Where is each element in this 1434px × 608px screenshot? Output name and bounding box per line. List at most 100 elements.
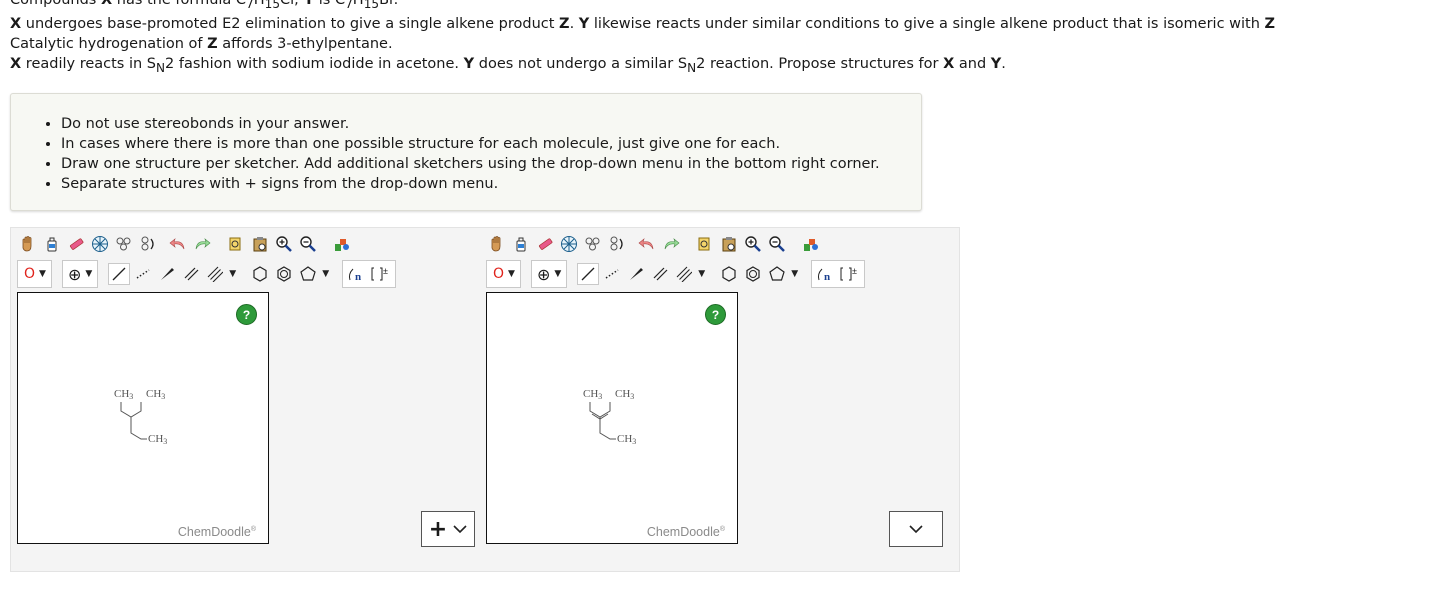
molecule-drawing: CH3 CH3 CH3 — [577, 381, 657, 461]
eraser-icon[interactable] — [534, 233, 556, 255]
repeat-unit-icon[interactable]: n — [345, 263, 367, 285]
charge-plus-icon: ⊕ — [67, 264, 82, 284]
chevron-down-icon: ▼ — [554, 269, 562, 279]
flip-icon[interactable] — [606, 233, 628, 255]
sketcher-canvas[interactable]: ? CH3 CH3 CH3 ChemDoodle® — [486, 292, 738, 544]
help-icon[interactable]: ? — [705, 304, 726, 325]
redo-icon[interactable] — [660, 233, 682, 255]
add-sketcher-dropdown[interactable] — [889, 511, 943, 547]
question-text: Compounds X has the formula C7H15Cl; Y i… — [10, 0, 1410, 78]
toolbar-row-1 — [486, 231, 824, 257]
atom-selector[interactable]: O ▼ — [486, 260, 521, 288]
sketcher-canvas[interactable]: ? CH3 CH3 CH3 ChemDoodle® — [17, 292, 269, 544]
question-line-4: X readily reacts in SN2 fashion with sod… — [10, 55, 1006, 75]
redo-icon[interactable] — [191, 233, 213, 255]
charge-selector[interactable]: ⊕ ▼ — [530, 260, 568, 288]
chevron-down-icon: ▼ — [85, 269, 93, 279]
wedge-bond-icon[interactable] — [156, 263, 178, 285]
toolbar-row-1 — [17, 231, 355, 257]
ring-tools: ▼ — [249, 263, 332, 285]
triple-bond-icon[interactable] — [204, 263, 226, 285]
hand-tool-icon[interactable] — [486, 233, 508, 255]
eraser-icon[interactable] — [65, 233, 87, 255]
chevron-down-icon[interactable]: ▼ — [229, 269, 236, 279]
chevron-down-icon[interactable]: ▼ — [791, 269, 798, 279]
chemdoodle-watermark: ChemDoodle® — [646, 525, 725, 539]
copy-icon[interactable] — [694, 233, 716, 255]
undo-icon[interactable] — [636, 233, 658, 255]
cyclohexane-icon[interactable] — [249, 263, 271, 285]
instructions-box: Do not use stereobonds in your answer. I… — [10, 93, 922, 211]
chevron-down-icon — [453, 525, 467, 534]
triple-bond-icon[interactable] — [673, 263, 695, 285]
bracket-charge-icon[interactable]: ± — [369, 263, 391, 285]
zoom-out-icon[interactable] — [766, 233, 788, 255]
question-line-3: Catalytic hydrogenation of Z affords 3-e… — [10, 35, 393, 52]
benzene-icon[interactable] — [273, 263, 295, 285]
atom-symbol: O — [493, 266, 505, 282]
svg-text:n: n — [824, 271, 830, 283]
molecule-svg: CH3 CH3 CH3 — [583, 388, 636, 446]
instruction-item: In cases where there is more than one po… — [61, 134, 921, 154]
bracket-charge-icon[interactable]: ± — [838, 263, 860, 285]
hashed-bond-icon[interactable] — [132, 263, 154, 285]
paste-icon[interactable] — [718, 233, 740, 255]
atom-selector[interactable]: O ▼ — [17, 260, 52, 288]
toolbar-row-2: O ▼ ⊕ ▼ ▼ ▼ n ± — [17, 260, 406, 288]
hand-tool-icon[interactable] — [17, 233, 39, 255]
question-line-1: Compounds X has the formula C7H15Cl; Y i… — [10, 0, 399, 11]
add-separator-dropdown[interactable]: + — [421, 511, 475, 547]
charge-plus-icon: ⊕ — [536, 264, 551, 284]
zoom-in-icon[interactable] — [742, 233, 764, 255]
lasso-tool-icon[interactable] — [41, 233, 63, 255]
toolbar-row-2: O ▼ ⊕ ▼ ▼ ▼ n ± — [486, 260, 875, 288]
cleanup-icon[interactable] — [113, 233, 135, 255]
single-bond-icon[interactable] — [577, 263, 600, 285]
atom-symbol: O — [24, 266, 36, 282]
double-bond-icon[interactable] — [649, 263, 671, 285]
bond-tools: ▼ — [108, 263, 239, 285]
extra-tools: n ± — [342, 260, 397, 288]
chevron-down-icon: ▼ — [508, 269, 515, 279]
instruction-item: Do not use stereobonds in your answer. — [61, 114, 921, 134]
clear-icon[interactable] — [89, 233, 111, 255]
molecule-drawing: CH3 CH3 CH3 — [108, 381, 188, 461]
benzene-icon[interactable] — [742, 263, 764, 285]
zoom-out-icon[interactable] — [297, 233, 319, 255]
templates-icon[interactable] — [800, 233, 822, 255]
cyclopentane-icon[interactable] — [297, 263, 319, 285]
copy-icon[interactable] — [225, 233, 247, 255]
chevron-down-icon[interactable]: ▼ — [698, 269, 705, 279]
atom-label-ch3: CH3 — [146, 388, 165, 401]
instruction-item: Draw one structure per sketcher. Add add… — [61, 154, 921, 174]
single-bond-icon[interactable] — [108, 263, 131, 285]
instructions-list: Do not use stereobonds in your answer. I… — [11, 94, 921, 194]
ring-tools: ▼ — [718, 263, 801, 285]
svg-text:n: n — [355, 271, 361, 283]
bond-tools: ▼ — [577, 263, 708, 285]
cyclopentane-icon[interactable] — [766, 263, 788, 285]
instruction-item: Separate structures with + signs from th… — [61, 174, 921, 194]
double-bond-icon[interactable] — [180, 263, 202, 285]
wedge-bond-icon[interactable] — [625, 263, 647, 285]
svg-text:±: ± — [852, 266, 857, 276]
atom-label-ch3: CH3 — [148, 433, 167, 446]
lasso-tool-icon[interactable] — [510, 233, 532, 255]
sketch-area: O ▼ ⊕ ▼ ▼ ▼ n ± ? CH3 CH3 CH3 ChemDoodle… — [10, 227, 960, 572]
paste-icon[interactable] — [249, 233, 271, 255]
hashed-bond-icon[interactable] — [601, 263, 623, 285]
molecule-svg: CH3 CH3 CH3 — [114, 388, 167, 446]
undo-icon[interactable] — [167, 233, 189, 255]
zoom-in-icon[interactable] — [273, 233, 295, 255]
svg-text:±: ± — [383, 266, 388, 276]
charge-selector[interactable]: ⊕ ▼ — [61, 260, 99, 288]
cleanup-icon[interactable] — [582, 233, 604, 255]
cyclohexane-icon[interactable] — [718, 263, 740, 285]
flip-icon[interactable] — [137, 233, 159, 255]
help-icon[interactable]: ? — [236, 304, 257, 325]
chevron-down-icon[interactable]: ▼ — [322, 269, 329, 279]
repeat-unit-icon[interactable]: n — [814, 263, 836, 285]
templates-icon[interactable] — [331, 233, 353, 255]
extra-tools: n ± — [811, 260, 866, 288]
clear-icon[interactable] — [558, 233, 580, 255]
